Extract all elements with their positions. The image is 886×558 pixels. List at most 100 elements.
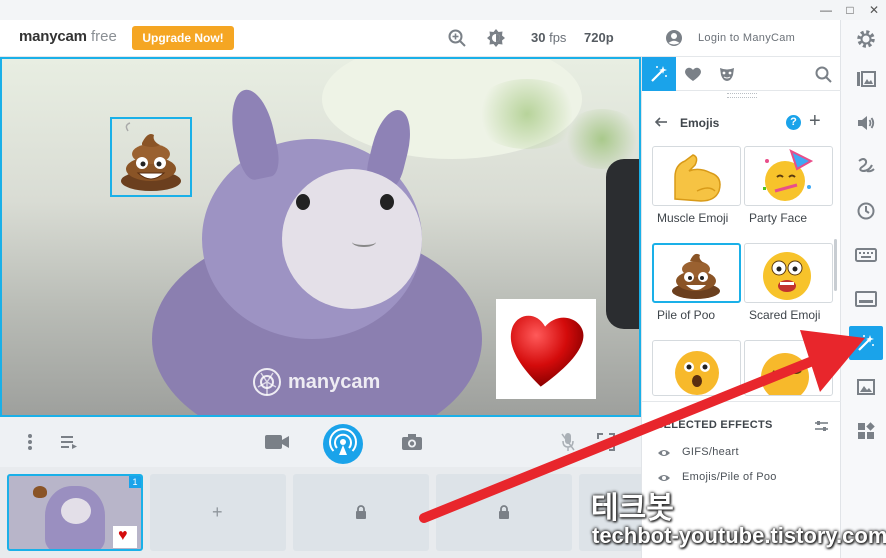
pile-of-poo-emoji xyxy=(672,253,720,299)
image-icon[interactable] xyxy=(849,370,883,404)
tab-favorites[interactable] xyxy=(676,57,710,91)
broadcast-button[interactable] xyxy=(323,424,363,464)
selected-effect-item: Emojis/Pile of Poo xyxy=(682,471,777,483)
audio-icon[interactable] xyxy=(849,106,883,140)
scared-emoji xyxy=(763,252,811,300)
blog-url-watermark: techbot-youtube.tistory.com xyxy=(592,523,886,548)
party-face-emoji xyxy=(763,149,814,201)
presets-icon[interactable] xyxy=(849,62,883,96)
gear-icon[interactable] xyxy=(849,22,883,56)
user-icon[interactable] xyxy=(665,29,683,47)
logo-suffix: free xyxy=(90,28,117,45)
help-icon[interactable]: ? xyxy=(786,115,801,130)
selected-effects-title: SELECTED EFFECTS xyxy=(656,419,773,431)
more-icon[interactable] xyxy=(26,433,34,451)
eye-icon[interactable] xyxy=(657,448,671,458)
scene-count-badge: 1 xyxy=(129,476,141,488)
tab-effects[interactable] xyxy=(642,57,676,91)
broadcast-icon xyxy=(329,428,357,455)
scene-1[interactable]: ♥ 1 xyxy=(7,474,143,551)
widgets-icon[interactable] xyxy=(849,414,883,448)
upgrade-button[interactable]: Upgrade Now! xyxy=(132,26,234,50)
emoji-tile-party[interactable] xyxy=(744,146,833,206)
lower-thirds-icon[interactable] xyxy=(849,282,883,316)
emoji-tile-muscle[interactable] xyxy=(652,146,741,206)
close-icon[interactable]: ✕ xyxy=(866,2,882,18)
effects-icon[interactable] xyxy=(849,326,883,360)
pile-of-poo-overlay[interactable] xyxy=(110,117,192,197)
surprised-emoji xyxy=(675,351,719,395)
tile-label-muscle: Muscle Emoji xyxy=(657,211,729,225)
tile-label-poo: Pile of Poo xyxy=(657,308,716,322)
add-scene-label: + xyxy=(212,502,223,522)
mask-icon xyxy=(720,68,734,81)
blog-name-watermark: 테크봇 xyxy=(591,492,674,525)
back-icon[interactable] xyxy=(655,117,668,127)
emoji-tile-surprised[interactable] xyxy=(652,340,741,396)
alpaca-mouth xyxy=(352,237,376,247)
add-effect-button[interactable]: + xyxy=(809,110,821,133)
mic-icon[interactable] xyxy=(561,432,575,452)
lock-icon xyxy=(499,505,509,519)
resolution-value: 720p xyxy=(584,30,614,45)
login-link[interactable]: Login to ManyCam xyxy=(698,32,795,44)
fps-value: 30 xyxy=(531,30,546,45)
heart-overlay[interactable] xyxy=(496,299,596,399)
pile-of-poo-sticker xyxy=(121,122,181,191)
history-icon[interactable] xyxy=(849,194,883,228)
scene-thumb-heart-box: ♥ xyxy=(113,526,137,548)
fps-indicator[interactable]: 30 fps xyxy=(531,30,566,45)
settings-sliders-icon[interactable] xyxy=(814,420,829,432)
add-scene-button[interactable]: + xyxy=(150,474,286,551)
selected-effect-item: GIFS/heart xyxy=(682,446,739,458)
manycam-window: — □ ✕ manycam free Upgrade Now! 30 fps 7… xyxy=(0,0,886,558)
heart-icon xyxy=(685,67,701,81)
magic-wand-icon xyxy=(651,66,667,82)
emoji-tile-sleepy[interactable] xyxy=(744,340,833,396)
top-header: manycam free Upgrade Now! 30 fps 720p xyxy=(0,20,641,57)
manycam-watermark: manycam xyxy=(252,367,380,397)
playlist-icon[interactable] xyxy=(60,435,78,449)
muscle-emoji xyxy=(674,154,721,202)
lock-icon xyxy=(356,505,366,519)
resolution-indicator[interactable]: 720p xyxy=(584,30,614,45)
tile-label-party: Party Face xyxy=(749,211,808,225)
watermark-logo-icon xyxy=(253,368,281,396)
scene-thumb-face xyxy=(61,498,91,524)
video-preview[interactable]: manycam xyxy=(0,57,641,417)
emoji-tile-poo[interactable] xyxy=(652,243,741,303)
keyboard-icon[interactable] xyxy=(849,238,883,272)
search-icon[interactable] xyxy=(815,66,832,83)
minimize-icon[interactable]: — xyxy=(818,2,834,18)
scene-thumb-heart: ♥ xyxy=(118,527,128,544)
watermark-text: manycam xyxy=(288,370,381,393)
zoom-icon[interactable] xyxy=(447,28,467,48)
effects-scrollbar[interactable] xyxy=(834,239,837,291)
alpaca-eye-left xyxy=(296,194,310,210)
brightness-icon[interactable] xyxy=(486,28,506,48)
panel-resize-grip[interactable] xyxy=(727,93,757,98)
fps-unit: fps xyxy=(549,30,567,45)
effects-tabs xyxy=(642,57,841,91)
emoji-tile-scared[interactable] xyxy=(744,243,833,303)
logo-main: manycam xyxy=(19,28,87,45)
tile-label-scared: Scared Emoji xyxy=(749,308,821,322)
section-title: Emojis xyxy=(680,116,720,130)
feed-object xyxy=(606,159,639,329)
fullscreen-icon[interactable] xyxy=(597,433,615,451)
locked-scene-2[interactable] xyxy=(436,474,572,551)
side-rail xyxy=(840,20,886,558)
video-camera-icon[interactable] xyxy=(264,434,290,450)
tab-masks[interactable] xyxy=(710,57,744,91)
heart-sticker xyxy=(510,315,584,387)
panel-divider xyxy=(642,401,841,402)
scene-thumb-poo xyxy=(33,486,47,498)
scene-strip: ♥ 1 + xyxy=(0,467,641,558)
draw-icon[interactable] xyxy=(849,148,883,182)
sleepy-emoji xyxy=(761,353,809,395)
camera-icon[interactable] xyxy=(401,433,423,451)
maximize-icon[interactable]: □ xyxy=(842,2,858,18)
locked-scene-1[interactable] xyxy=(293,474,429,551)
alpaca-eye-right xyxy=(380,194,394,210)
eye-icon[interactable] xyxy=(657,473,671,483)
